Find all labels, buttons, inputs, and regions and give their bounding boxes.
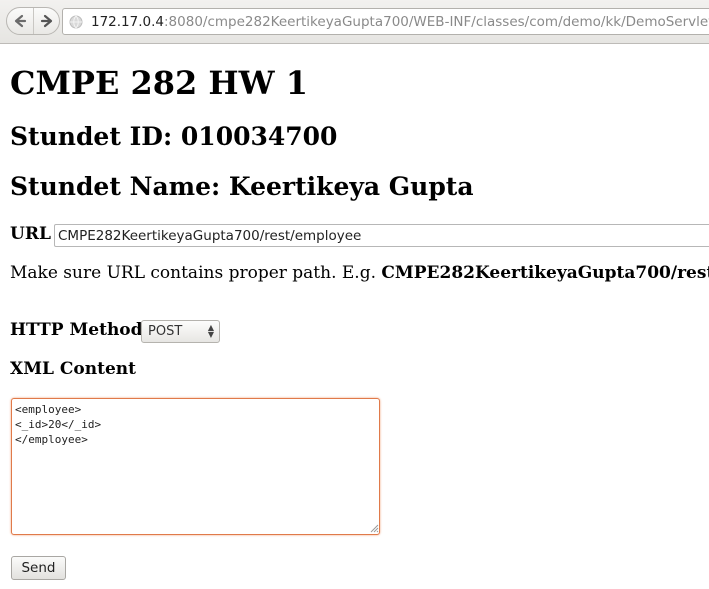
http-method-value: POST xyxy=(148,324,183,339)
address-path: :8080/cmpe282KeertikeyaGupta700/WEB-INF/… xyxy=(164,13,709,30)
address-host: 172.17.0.4 xyxy=(91,13,164,30)
select-arrows-icon: ▲ ▼ xyxy=(207,323,214,339)
send-button[interactable]: Send xyxy=(11,556,66,580)
url-label: URL xyxy=(10,224,51,244)
student-name-heading: Stundet Name: Keertikeya Gupta xyxy=(10,172,474,201)
browser-toolbar: 172.17.0.4:8080/cmpe282KeertikeyaGupta70… xyxy=(0,0,709,44)
address-url: 172.17.0.4:8080/cmpe282KeertikeyaGupta70… xyxy=(91,14,709,30)
arrow-right-icon xyxy=(40,14,53,28)
url-hint: Make sure URL contains proper path. E.g.… xyxy=(10,263,709,283)
page-title: CMPE 282 HW 1 xyxy=(10,64,308,102)
url-hint-example: CMPE282KeertikeyaGupta700/rest/... xyxy=(381,263,709,283)
http-method-select[interactable]: POST ▲ ▼ xyxy=(141,320,220,343)
address-bar[interactable]: 172.17.0.4:8080/cmpe282KeertikeyaGupta70… xyxy=(62,8,709,35)
xml-content-textarea[interactable]: <employee> <_id>20</_id> </employee> xyxy=(11,398,380,535)
resize-grip-icon[interactable] xyxy=(370,524,379,533)
back-button[interactable] xyxy=(7,8,34,34)
nav-button-group xyxy=(6,7,60,35)
url-hint-text: Make sure URL contains proper path. E.g. xyxy=(10,263,376,283)
arrow-left-icon xyxy=(14,14,27,28)
url-input[interactable] xyxy=(54,224,709,247)
globe-icon xyxy=(69,15,83,29)
http-method-label: HTTP Method xyxy=(10,320,143,340)
xml-content-label: XML Content xyxy=(10,359,136,379)
student-id-heading: Stundet ID: 010034700 xyxy=(10,122,338,151)
forward-button[interactable] xyxy=(34,8,59,34)
